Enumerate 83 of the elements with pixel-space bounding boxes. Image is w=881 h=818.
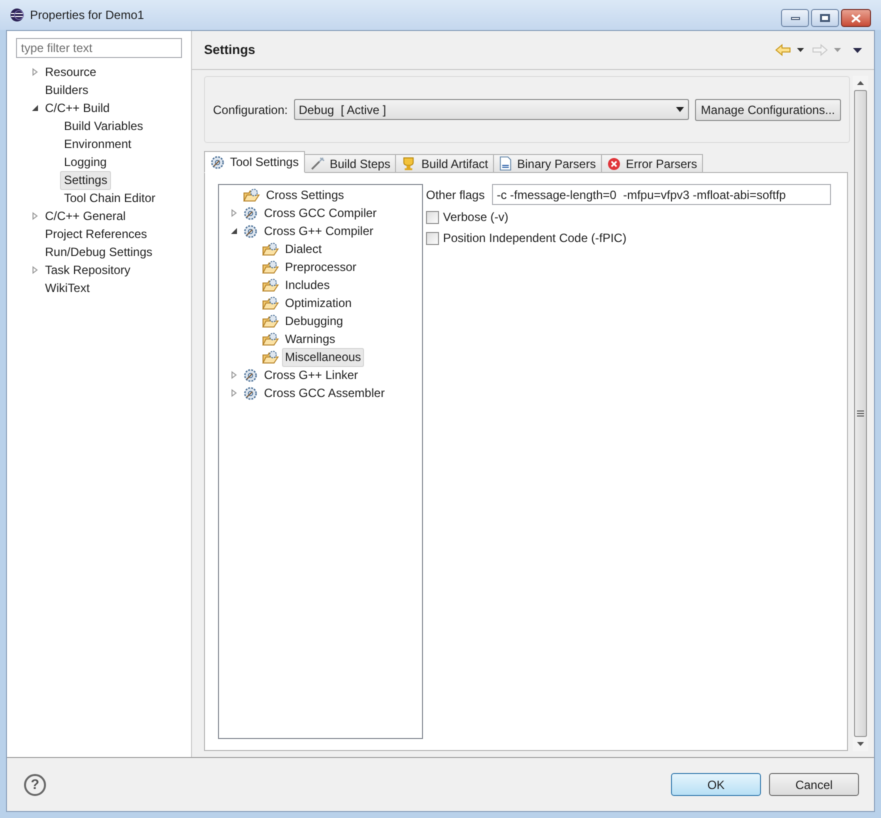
checkbox-label: Verbose (-v): [443, 209, 508, 226]
tree-item[interactable]: WikiText: [41, 278, 94, 298]
dropdown-caret-icon[interactable]: [797, 48, 804, 52]
dropdown-caret-icon: [676, 107, 684, 112]
manage-configurations-button[interactable]: Manage Configurations...: [694, 98, 841, 120]
other-flags-field[interactable]: -c -fmessage-length=0 -mfpu=vfpv3 -mfloat-abi=softfp: [492, 184, 831, 205]
wand-icon: [310, 156, 325, 171]
collapsed-arrow-icon[interactable]: [230, 209, 238, 217]
tree-item[interactable]: Preprocessor: [282, 258, 360, 276]
tree-item[interactable]: Resource: [41, 62, 100, 82]
menu-caret-icon[interactable]: [853, 48, 862, 52]
trophy-icon: [401, 156, 416, 171]
tree-item[interactable]: Tool Chain Editor: [60, 188, 160, 208]
checkbox[interactable]: [426, 210, 439, 224]
tree-item[interactable]: Cross G++ Linker: [261, 366, 362, 384]
scrollbar-thumb[interactable]: [854, 90, 867, 737]
back-arrow-icon[interactable]: [775, 43, 791, 57]
error-icon: [606, 156, 621, 170]
gear-icon: [210, 154, 225, 170]
expanded-arrow-icon[interactable]: [230, 227, 238, 235]
tree-item[interactable]: Cross G++ Compiler: [261, 222, 376, 240]
folder-icon: [262, 332, 279, 346]
vertical-scrollbar[interactable]: [853, 76, 868, 751]
tab[interactable]: Build Artifact: [395, 154, 494, 173]
tree-item[interactable]: Cross GCC Compiler: [261, 204, 380, 222]
folder-icon: [262, 350, 279, 364]
gear-icon: [243, 386, 258, 400]
tree-item[interactable]: Cross GCC Assembler: [261, 384, 388, 402]
app-logo-icon: [10, 8, 24, 22]
tree-item[interactable]: C/C++ General: [41, 206, 130, 226]
tab[interactable]: Binary Parsers: [493, 154, 602, 173]
gear-icon: [243, 206, 258, 220]
tree-item[interactable]: Settings: [60, 170, 112, 190]
tree-item[interactable]: C/C++ Build: [41, 98, 114, 118]
tree-item[interactable]: Builders: [41, 80, 92, 100]
tree-item[interactable]: Task Repository: [41, 260, 134, 280]
close-button[interactable]: [841, 9, 871, 27]
tree-item[interactable]: Includes: [282, 276, 333, 294]
cancel-button[interactable]: Cancel: [769, 773, 859, 796]
tree-item[interactable]: Cross Settings: [263, 186, 348, 204]
checkbox[interactable]: [426, 232, 439, 244]
help-button[interactable]: ?: [24, 774, 46, 796]
tree-item[interactable]: Dialect: [282, 240, 325, 258]
tab[interactable]: Build Steps: [304, 154, 396, 173]
folder-icon: [262, 314, 279, 328]
close-icon: [851, 14, 861, 22]
tree-item[interactable]: Logging: [60, 152, 111, 172]
window-title: Properties for Demo1: [30, 7, 144, 24]
configuration-label: Configuration:: [213, 102, 288, 118]
gear-icon: [243, 224, 258, 238]
checkbox-label: Position Independent Code (-fPIC): [443, 230, 626, 247]
tree-item[interactable]: Project References: [41, 224, 152, 244]
maximize-button[interactable]: [811, 9, 839, 27]
tree-item[interactable]: Environment: [60, 134, 136, 154]
gear-icon: [243, 368, 258, 382]
tab[interactable]: Error Parsers: [600, 154, 704, 173]
minimize-button[interactable]: [781, 9, 809, 27]
collapsed-arrow-icon[interactable]: [230, 389, 238, 397]
folder-icon: [262, 278, 279, 292]
collapsed-arrow-icon[interactable]: [31, 266, 39, 274]
collapsed-arrow-icon[interactable]: [230, 371, 238, 379]
collapsed-arrow-icon[interactable]: [31, 212, 39, 220]
tree-item[interactable]: Debugging: [282, 312, 346, 330]
tree-item[interactable]: Miscellaneous: [282, 348, 364, 366]
tree-item[interactable]: Run/Debug Settings: [41, 242, 156, 262]
folder-icon: [262, 296, 279, 310]
folder-icon: [243, 188, 260, 202]
page-title: Settings: [204, 41, 256, 60]
configuration-dropdown[interactable]: Debug [ Active ]: [294, 99, 689, 120]
scroll-down-icon[interactable]: [857, 742, 864, 746]
tree-item[interactable]: Warnings: [282, 330, 338, 348]
filter-field[interactable]: type filter text: [16, 38, 182, 58]
ok-button[interactable]: OK: [671, 773, 761, 796]
tree-item[interactable]: Build Variables: [60, 116, 148, 136]
folder-icon: [262, 242, 279, 256]
tree-item[interactable]: Optimization: [282, 294, 355, 312]
collapsed-arrow-icon[interactable]: [31, 68, 39, 76]
tab[interactable]: Tool Settings: [204, 151, 305, 173]
grip-icon: [857, 410, 864, 417]
folder-icon: [262, 260, 279, 274]
scroll-up-icon[interactable]: [857, 81, 864, 85]
expanded-arrow-icon[interactable]: [31, 104, 39, 112]
other-flags-label: Other flags: [426, 186, 485, 204]
